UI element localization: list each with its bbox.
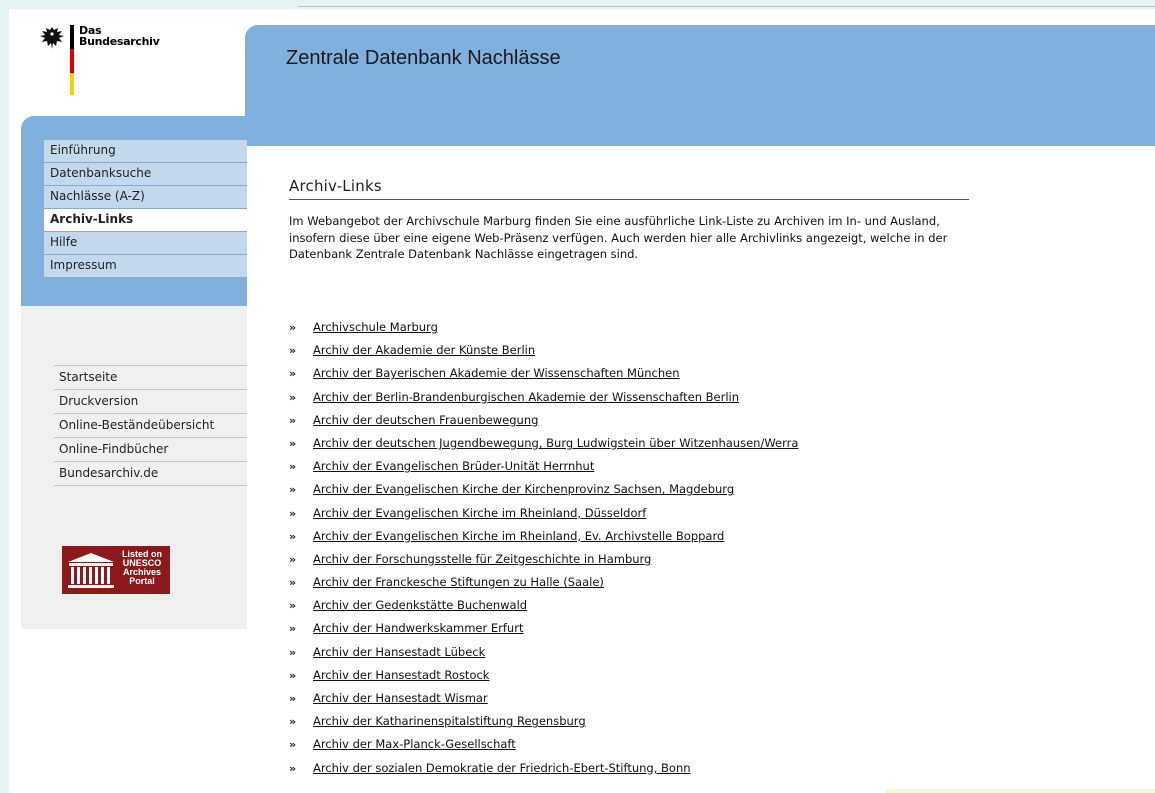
bullet-icon: » bbox=[289, 576, 297, 590]
archive-link-row: » Archiv der Max-Planck-Gesellschaft bbox=[289, 733, 798, 756]
archive-link-row: » Archiv der Hansestadt Wismar bbox=[289, 687, 798, 710]
archive-link-list: » Archivschule Marburg » Archiv der Akademi… bbox=[289, 316, 798, 780]
archive-link[interactable]: Archiv der Berlin-Brandenburgischen Akad… bbox=[313, 390, 739, 404]
archive-link[interactable]: Archiv der Evangelischen Brüder-Unität H… bbox=[313, 459, 594, 473]
archive-link-row: » Archiv der Evangelischen Kirche im Rhei… bbox=[289, 525, 798, 548]
bullet-icon: » bbox=[289, 367, 297, 381]
nav2-item-startseite[interactable]: Startseite bbox=[54, 366, 247, 390]
archive-link-row: » Archiv der Evangelischen Brüder-Unität … bbox=[289, 455, 798, 478]
archive-link-row: » Archiv der Forschungsstelle für Zeitges… bbox=[289, 548, 798, 571]
archive-link-row: » Archiv der Evangelischen Kirche der Kir… bbox=[289, 478, 798, 501]
nav2-item-druckversion[interactable]: Druckversion bbox=[54, 390, 247, 414]
archive-link[interactable]: Archiv der Franckesche Stiftungen zu Hal… bbox=[313, 575, 604, 589]
bullet-icon: » bbox=[289, 622, 297, 636]
bullet-icon: » bbox=[289, 668, 297, 682]
unesco-line-4: Portal bbox=[129, 576, 155, 586]
bullet-icon: » bbox=[289, 599, 297, 613]
bullet-icon: » bbox=[289, 413, 297, 427]
nav2-item-findbuecher[interactable]: Online-Findbücher bbox=[54, 438, 247, 462]
intro-text: Im Webangebot der Archivschule Marburg f… bbox=[289, 214, 948, 261]
archive-link[interactable]: Archiv der Bayerischen Akademie der Wiss… bbox=[313, 366, 680, 380]
bullet-icon: » bbox=[289, 483, 297, 497]
archive-link-row: » Archiv der Berlin-Brandenburgischen Aka… bbox=[289, 386, 798, 409]
logo-line-2: Bundesarchiv bbox=[79, 35, 160, 48]
section-title: Archiv-Links bbox=[289, 177, 969, 200]
archive-link[interactable]: Archiv der Forschungsstelle für Zeitgesc… bbox=[313, 552, 651, 566]
archive-link-row: » Archiv der deutschen Jugendbewegung, Bu… bbox=[289, 432, 798, 455]
archive-link[interactable]: Archiv der Hansestadt Lübeck bbox=[313, 645, 485, 659]
archive-link-row: » Archivschule Marburg bbox=[289, 316, 798, 339]
bullet-icon: » bbox=[289, 436, 297, 450]
nav-item-archiv-links[interactable]: Archiv-Links bbox=[44, 209, 247, 232]
logo-text: Das Bundesarchiv bbox=[79, 25, 160, 48]
archive-link[interactable]: Archiv der Katharinenspitalstiftung Rege… bbox=[313, 714, 586, 728]
archive-link[interactable]: Archiv der Evangelischen Kirche im Rhein… bbox=[313, 506, 646, 520]
header-band: Zentrale Datenbank Nachlässe bbox=[245, 25, 1155, 146]
archive-link-row: » Archiv der deutschen Frauenbewegung bbox=[289, 409, 798, 432]
nav-item-impressum[interactable]: Impressum bbox=[44, 255, 247, 278]
nav-item-nachlaesse[interactable]: Nachlässe (A-Z) bbox=[44, 186, 247, 209]
archive-link[interactable]: Archiv der Hansestadt Wismar bbox=[313, 691, 488, 705]
archive-link[interactable]: Archiv der Handwerkskammer Erfurt bbox=[313, 621, 523, 635]
archive-link-row: » Archiv der Evangelischen Kirche im Rhei… bbox=[289, 502, 798, 525]
archive-link-row: » Archiv der Katharinenspitalstiftung Reg… bbox=[289, 710, 798, 733]
archive-link-row: » Archiv der Handwerkskammer Erfurt bbox=[289, 617, 798, 640]
bullet-icon: » bbox=[289, 552, 297, 566]
page: Das Bundesarchiv Zentrale Datenbank Nach… bbox=[9, 9, 1155, 793]
unesco-badge-text: Listed on UNESCO Archives Portal bbox=[116, 550, 168, 586]
bullet-icon: » bbox=[289, 460, 297, 474]
bullet-icon: » bbox=[289, 344, 297, 358]
archive-link[interactable]: Archivschule Marburg bbox=[313, 320, 438, 334]
archive-link-row: » Archiv der Akademie der Künste Berlin bbox=[289, 339, 798, 362]
bullet-icon: » bbox=[289, 390, 297, 404]
page-title: Zentrale Datenbank Nachlässe bbox=[286, 47, 561, 69]
flag-stripe bbox=[70, 25, 74, 95]
browser-top-line bbox=[298, 6, 1155, 7]
archive-link[interactable]: Archiv der Evangelischen Kirche im Rhein… bbox=[313, 529, 724, 543]
archive-link-row: » Archiv der sozialen Demokratie der Frie… bbox=[289, 757, 798, 780]
nav2-item-bundesarchiv[interactable]: Bundesarchiv.de bbox=[54, 462, 247, 486]
nav2-item-bestaendeuebersicht[interactable]: Online-Beständeübersicht bbox=[54, 414, 247, 438]
nav-item-hilfe[interactable]: Hilfe bbox=[44, 232, 247, 255]
archive-link-row: » Archiv der Franckesche Stiftungen zu Ha… bbox=[289, 571, 798, 594]
bullet-icon: » bbox=[289, 761, 297, 775]
unesco-temple-icon bbox=[68, 553, 114, 588]
bullet-icon: » bbox=[289, 715, 297, 729]
secondary-nav: Startseite Druckversion Online-Beständeü… bbox=[54, 365, 247, 486]
archive-link[interactable]: Archiv der Evangelischen Kirche der Kirc… bbox=[313, 482, 734, 496]
unesco-badge[interactable]: Listed on UNESCO Archives Portal bbox=[62, 546, 170, 594]
bullet-icon: » bbox=[289, 645, 297, 659]
bullet-icon: » bbox=[289, 738, 297, 752]
archive-link[interactable]: Archiv der Hansestadt Rostock bbox=[313, 668, 489, 682]
bullet-icon: » bbox=[289, 321, 297, 334]
archive-link[interactable]: Archiv der Max-Planck-Gesellschaft bbox=[313, 737, 516, 751]
nav-item-einfuehrung[interactable]: Einführung bbox=[44, 140, 247, 163]
corner-box bbox=[886, 789, 1155, 793]
bullet-icon: » bbox=[289, 529, 297, 543]
bullet-icon: » bbox=[289, 506, 297, 520]
archive-link[interactable]: Archiv der deutschen Jugendbewegung, Bur… bbox=[313, 436, 798, 450]
bullet-icon: » bbox=[289, 692, 297, 705]
archive-link-row: » Archiv der Hansestadt Rostock bbox=[289, 664, 798, 687]
main-nav: Einführung Datenbanksuche Nachlässe (A-Z… bbox=[44, 140, 247, 278]
archive-link[interactable]: Archiv der deutschen Frauenbewegung bbox=[313, 413, 538, 427]
archive-link[interactable]: Archiv der Akademie der Künste Berlin bbox=[313, 343, 535, 357]
archive-link-row: » Archiv der Gedenkstätte Buchenwald bbox=[289, 594, 798, 617]
archive-link-row: » Archiv der Hansestadt Lübeck bbox=[289, 641, 798, 664]
archive-link-row: » Archiv der Bayerischen Akademie der Wis… bbox=[289, 362, 798, 385]
nav-item-datenbanksuche[interactable]: Datenbanksuche bbox=[44, 163, 247, 186]
archive-link[interactable]: Archiv der Gedenkstätte Buchenwald bbox=[313, 598, 527, 612]
archive-link[interactable]: Archiv der sozialen Demokratie der Fried… bbox=[313, 761, 691, 775]
federal-eagle-icon bbox=[40, 27, 64, 49]
